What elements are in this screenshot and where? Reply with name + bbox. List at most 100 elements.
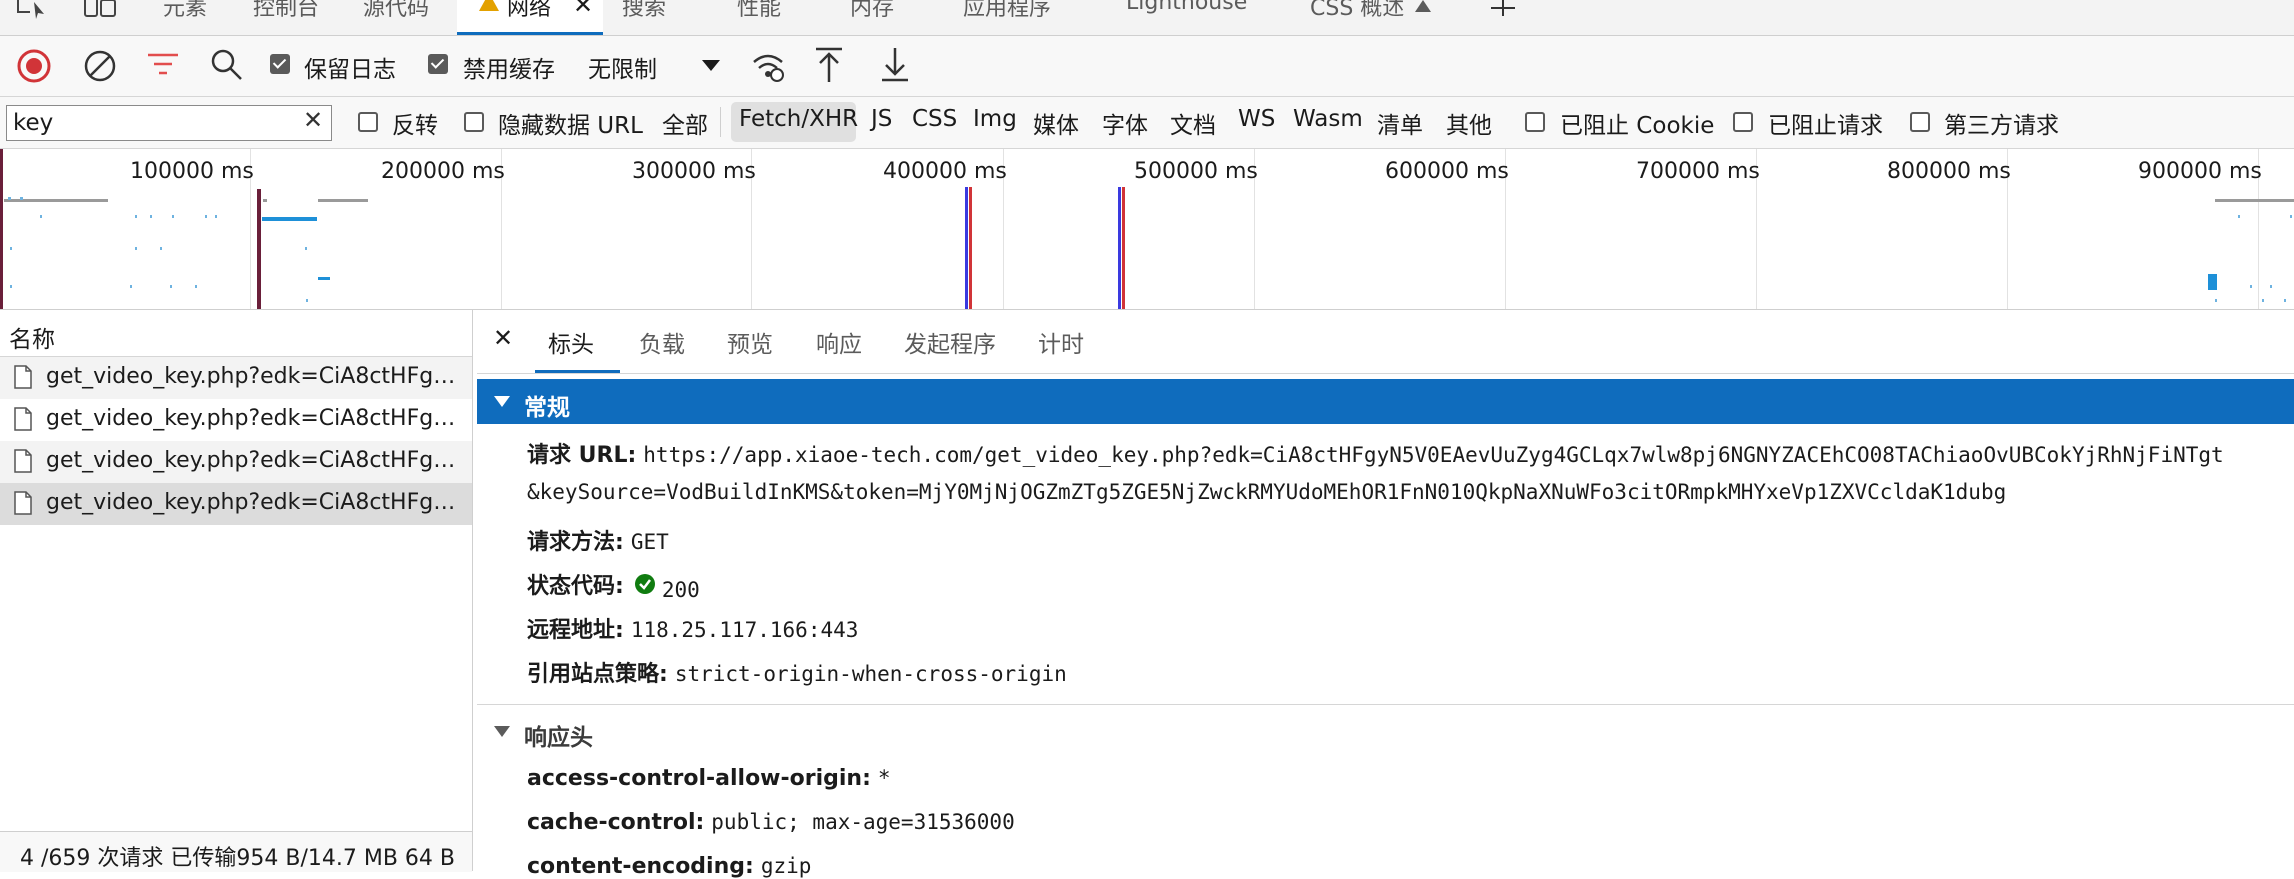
tab-css-overview[interactable]: CSS 概述	[1310, 0, 1404, 22]
type-filter-font[interactable]: 字体	[1102, 106, 1148, 140]
request-row[interactable]: get_video_key.php?edk=CiA8ctHFgy...	[0, 357, 472, 399]
chevron-down-icon	[702, 60, 720, 71]
type-filter-media[interactable]: 媒体	[1033, 106, 1079, 140]
section-divider	[477, 704, 2294, 705]
device-toolbar-icon[interactable]	[82, 0, 122, 20]
type-filter-doc[interactable]: 文档	[1170, 106, 1216, 140]
tab-network[interactable]: 网络 ✕	[457, 0, 603, 35]
file-icon	[14, 491, 32, 515]
network-conditions-icon[interactable]	[750, 48, 786, 84]
name-column-header[interactable]: 名称	[0, 310, 472, 357]
more-tabs-icon[interactable]	[1488, 0, 1518, 20]
referrer-policy-key: 引用站点策略:	[527, 662, 668, 687]
search-icon[interactable]	[210, 48, 244, 82]
file-icon	[14, 449, 32, 473]
request-row[interactable]: get_video_key.php?edk=CiA8ctHFgy...	[0, 441, 472, 483]
request-url-key: 请求 URL:	[527, 443, 637, 468]
response-header-key: cache-control:	[527, 810, 705, 835]
type-filter-img[interactable]: Img	[973, 106, 1017, 132]
hide-data-urls-label[interactable]: 隐藏数据 URL	[498, 106, 643, 140]
tab-search[interactable]: 搜索	[622, 0, 666, 22]
summary-bar: 4 /659 次请求 已传输954 B/14.7 MB 64 B	[0, 831, 472, 872]
tab-application[interactable]: 应用程序	[963, 0, 1051, 22]
clear-icon[interactable]	[82, 48, 118, 84]
tab-memory[interactable]: 内存	[850, 0, 894, 22]
tab-lighthouse[interactable]: Lighthouse	[1126, 0, 1247, 15]
type-filter-manifest[interactable]: 清单	[1377, 106, 1423, 140]
response-header-row: content-encoding: gzip	[527, 854, 811, 879]
tab-console[interactable]: 控制台	[253, 0, 319, 22]
tab-response[interactable]: 响应	[816, 325, 862, 359]
hide-data-urls-checkbox[interactable]	[464, 112, 484, 132]
tab-initiator[interactable]: 发起程序	[904, 325, 996, 359]
type-filter-css[interactable]: CSS	[912, 106, 957, 132]
type-filter-wasm[interactable]: Wasm	[1293, 106, 1363, 132]
filter-bar: ✕ 反转 隐藏数据 URL 全部 Fetch/XHR JS CSS Img 媒体…	[0, 97, 2294, 149]
response-header-value: gzip	[760, 854, 812, 878]
request-row[interactable]: get_video_key.php?edk=CiA8ctHFgy...	[0, 399, 472, 441]
blocked-cookies-checkbox[interactable]	[1525, 112, 1545, 132]
invert-checkbox[interactable]	[358, 112, 378, 132]
general-section-title: 常规	[524, 395, 570, 421]
third-party-label[interactable]: 第三方请求	[1944, 106, 2059, 140]
type-filter-all[interactable]: 全部	[662, 106, 708, 140]
blocked-requests-checkbox[interactable]	[1733, 112, 1753, 132]
detail-tab-bar: ✕ 标头 负载 预览 响应 发起程序 计时	[477, 310, 2294, 374]
request-details: ✕ 标头 负载 预览 响应 发起程序 计时 常规 请求 URL: https:/…	[477, 310, 2294, 879]
response-header-row: access-control-allow-origin: *	[527, 766, 891, 791]
disable-cache-checkbox[interactable]	[428, 54, 448, 74]
clear-filter-icon[interactable]: ✕	[303, 106, 323, 134]
tab-elements[interactable]: 元素	[163, 0, 207, 22]
triangle-down-icon	[494, 396, 510, 407]
tab-payload[interactable]: 负载	[639, 325, 685, 359]
throttling-value: 无限制	[588, 57, 657, 83]
referrer-policy-row: 引用站点策略: strict-origin-when-cross-origin	[527, 656, 1067, 688]
inspect-element-icon[interactable]	[14, 0, 54, 20]
request-row-selected[interactable]: get_video_key.php?edk=CiA8ctHFgy...	[0, 483, 472, 525]
request-url-continuation: &keySource=VodBuildInKMS&token=MjY0MjNjO…	[527, 480, 2006, 505]
type-filter-other[interactable]: 其他	[1446, 106, 1492, 140]
record-stop-icon[interactable]	[16, 48, 52, 84]
overview-timeline[interactable]: 100000 ms 200000 ms 300000 ms 400000 ms …	[0, 149, 2294, 310]
invert-label[interactable]: 反转	[392, 106, 438, 140]
name-column-label: 名称	[9, 327, 55, 353]
tab-preview[interactable]: 预览	[727, 325, 773, 359]
export-har-icon[interactable]	[880, 46, 910, 84]
request-method-value: GET	[630, 530, 669, 554]
preserve-log-label[interactable]: 保留日志	[304, 50, 396, 84]
disable-cache-label[interactable]: 禁用缓存	[463, 50, 555, 84]
import-har-icon[interactable]	[814, 46, 844, 84]
general-section-header[interactable]: 常规	[477, 379, 2294, 424]
filter-icon[interactable]	[146, 50, 180, 80]
request-method-key: 请求方法:	[527, 530, 624, 555]
filter-input[interactable]	[13, 108, 293, 138]
request-name: get_video_key.php?edk=CiA8ctHFgy...	[46, 406, 456, 431]
type-filter-js[interactable]: JS	[871, 106, 892, 132]
request-method-row: 请求方法: GET	[527, 524, 669, 556]
referrer-policy-value: strict-origin-when-cross-origin	[674, 662, 1067, 686]
remote-address-value: 118.25.117.166:443	[630, 618, 859, 642]
tab-performance[interactable]: 性能	[737, 0, 781, 22]
tab-timing[interactable]: 计时	[1038, 325, 1084, 359]
preserve-log-checkbox[interactable]	[270, 54, 290, 74]
file-icon	[14, 365, 32, 389]
close-details-icon[interactable]: ✕	[493, 324, 513, 352]
blocked-requests-label[interactable]: 已阻止请求	[1768, 106, 1883, 140]
tab-headers[interactable]: 标头	[535, 310, 620, 373]
response-headers-section-header[interactable]: 响应头	[477, 710, 2294, 755]
devtools-tab-bar: 元素 控制台 源代码 网络 ✕ 搜索 性能 内存 应用程序 Lighthouse…	[0, 0, 2294, 36]
third-party-checkbox[interactable]	[1910, 112, 1930, 132]
throttling-select[interactable]: 无限制	[580, 44, 728, 86]
blocked-cookies-label[interactable]: 已阻止 Cookie	[1560, 106, 1714, 140]
type-filter-fetch-xhr[interactable]: Fetch/XHR	[739, 106, 858, 132]
tab-sources[interactable]: 源代码	[363, 0, 429, 22]
status-code-row: 状态代码: 200	[527, 568, 700, 602]
status-code-key: 状态代码:	[527, 574, 624, 599]
response-header-value: public; max-age=31536000	[711, 810, 1015, 834]
warning-icon	[479, 0, 499, 11]
type-filter-ws[interactable]: WS	[1238, 106, 1275, 132]
request-url-value: https://app.xiaoe-tech.com/get_video_key…	[643, 443, 2224, 467]
response-header-value: *	[877, 766, 891, 790]
experiment-icon	[1415, 0, 1431, 12]
close-tab-icon[interactable]: ✕	[573, 0, 593, 19]
